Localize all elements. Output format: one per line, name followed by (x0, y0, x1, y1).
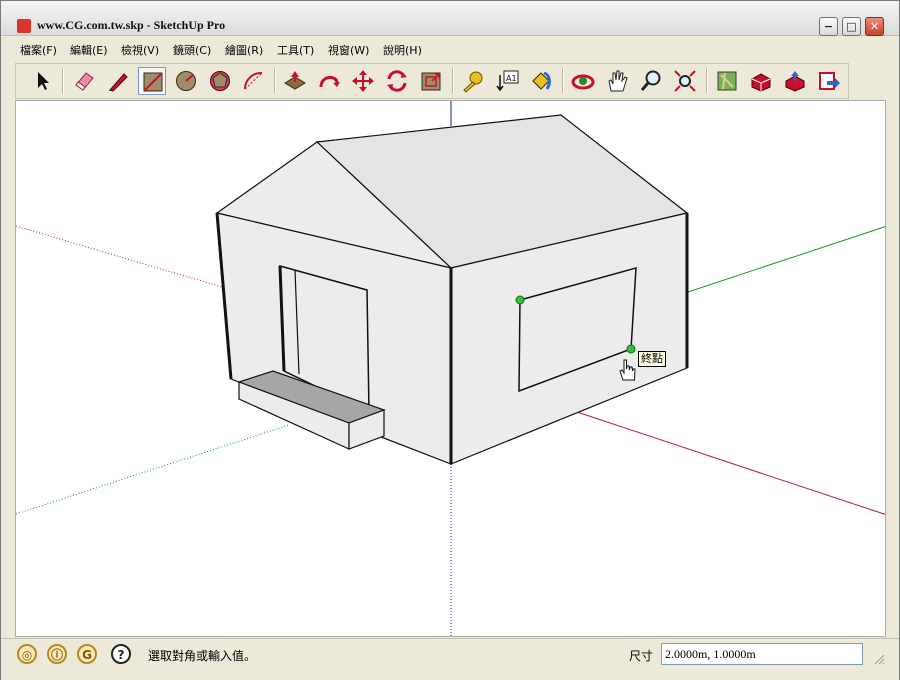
status-bar: ◎ ⓘ G ? 選取對角或輸入值。 尺寸 2.0000m, 1.0000m (1, 638, 899, 680)
close-icon: ✕ (869, 20, 880, 33)
status-message: 選取對角或輸入值。 (148, 649, 257, 663)
get-models-button[interactable] (747, 67, 775, 95)
sketchup-logo-icon (17, 19, 31, 33)
menu-window[interactable]: 視窗(W) (328, 42, 369, 58)
toolbar-separator (706, 68, 708, 94)
offset-tool-button[interactable] (417, 67, 445, 95)
paint-bucket-tool-button[interactable] (527, 67, 555, 95)
main-toolbar: A1 (15, 63, 849, 99)
red-axis (576, 411, 885, 515)
geo-location-icon[interactable]: ◎ (17, 644, 37, 664)
tape-measure-tool-button[interactable] (459, 67, 487, 95)
title-bar[interactable]: www.CG.com.tw.skp - SketchUp Pro − □ ✕ (1, 1, 899, 36)
move-icon (352, 70, 374, 92)
line-tool-button[interactable] (104, 67, 132, 95)
rectangle-icon (143, 72, 163, 92)
endpoint-inference-marker (626, 344, 636, 354)
menu-bar: 檔案(F) 編輯(E) 檢視(V) 鏡頭(C) 繪圖(R) 工具(T) 視窗(W… (1, 39, 899, 59)
minimize-button[interactable]: − (819, 17, 838, 36)
rotate-icon (387, 70, 407, 92)
map-location-icon (717, 71, 737, 91)
hand-cursor-icon (619, 359, 636, 381)
polygon-tool-button[interactable] (206, 67, 234, 95)
export-to-earth-icon (819, 72, 840, 90)
pan-hand-icon (608, 70, 628, 92)
text-tool-button[interactable]: A1 (493, 67, 521, 95)
arc-icon (243, 71, 263, 90)
tape-measure-icon (463, 71, 483, 93)
toolbar-separator (274, 68, 276, 94)
toolbar-separator (452, 68, 454, 94)
circle-tool-button[interactable] (172, 67, 200, 95)
resize-grip-icon[interactable] (873, 653, 885, 665)
polygon-icon (210, 71, 230, 91)
toolbar-separator (62, 68, 64, 94)
text-tool-label: A1 (506, 74, 517, 83)
rectangle-tool-button[interactable] (138, 67, 166, 95)
app-window: www.CG.com.tw.skp - SketchUp Pro − □ ✕ 檔… (0, 0, 900, 680)
menu-camera[interactable]: 鏡頭(C) (173, 42, 211, 58)
arc-tool-button[interactable] (240, 67, 268, 95)
move-tool-button[interactable] (349, 67, 377, 95)
help-icon[interactable]: ? (111, 644, 131, 664)
orbit-icon (571, 74, 595, 90)
circle-icon (176, 71, 196, 91)
orbit-tool-button[interactable] (569, 67, 597, 95)
green-axis (681, 226, 885, 295)
export-to-earth-button[interactable] (815, 67, 843, 95)
menu-file[interactable]: 檔案(F) (20, 42, 57, 58)
push-pull-tool-button[interactable] (281, 67, 309, 95)
paint-bucket-icon (532, 71, 551, 90)
eraser-icon (75, 72, 94, 91)
zoom-extents-icon (674, 70, 696, 92)
select-tool-button[interactable] (28, 67, 56, 95)
add-location-button[interactable] (713, 67, 741, 95)
green-axis-dotted (16, 424, 290, 515)
zoom-extents-tool-button[interactable] (671, 67, 699, 95)
pencil-line-icon (109, 73, 128, 92)
select-arrow-icon (38, 72, 49, 90)
toolbar-separator (562, 68, 564, 94)
zoom-icon (640, 70, 661, 91)
menu-help[interactable]: 說明(H) (383, 42, 422, 58)
zoom-tool-button[interactable] (637, 67, 665, 95)
3d-warehouse-icon (751, 73, 771, 92)
eraser-tool-button[interactable] (70, 67, 98, 95)
red-axis-dotted (16, 225, 223, 288)
start-point-marker (515, 295, 525, 305)
inference-tooltip: 終點 (638, 351, 666, 367)
credits-icon[interactable]: ⓘ (47, 644, 67, 664)
menu-draw[interactable]: 繪圖(R) (225, 42, 263, 58)
share-model-icon (785, 71, 805, 92)
drawing-area[interactable]: 終點 (15, 100, 886, 637)
menu-edit[interactable]: 編輯(E) (70, 42, 108, 58)
push-pull-icon (284, 71, 306, 90)
text-tool-icon: A1 (496, 70, 519, 92)
follow-me-tool-button[interactable] (315, 67, 343, 95)
menu-tools[interactable]: 工具(T) (277, 42, 314, 58)
minimize-icon: − (823, 20, 834, 33)
maximize-button[interactable]: □ (842, 17, 861, 36)
menu-view[interactable]: 檢視(V) (121, 42, 159, 58)
pan-tool-button[interactable] (603, 67, 631, 95)
user-account-icon[interactable]: G (77, 644, 97, 664)
measurements-input[interactable]: 2.0000m, 1.0000m (661, 643, 863, 665)
measurements-label: 尺寸 (629, 649, 654, 663)
close-button[interactable]: ✕ (865, 17, 884, 36)
follow-me-icon (319, 76, 340, 88)
maximize-icon: □ (846, 20, 857, 33)
model-scene (16, 101, 885, 636)
offset-icon (421, 72, 441, 91)
window-title: www.CG.com.tw.skp - SketchUp Pro (37, 18, 226, 32)
rotate-tool-button[interactable] (383, 67, 411, 95)
share-model-button[interactable] (781, 67, 809, 95)
